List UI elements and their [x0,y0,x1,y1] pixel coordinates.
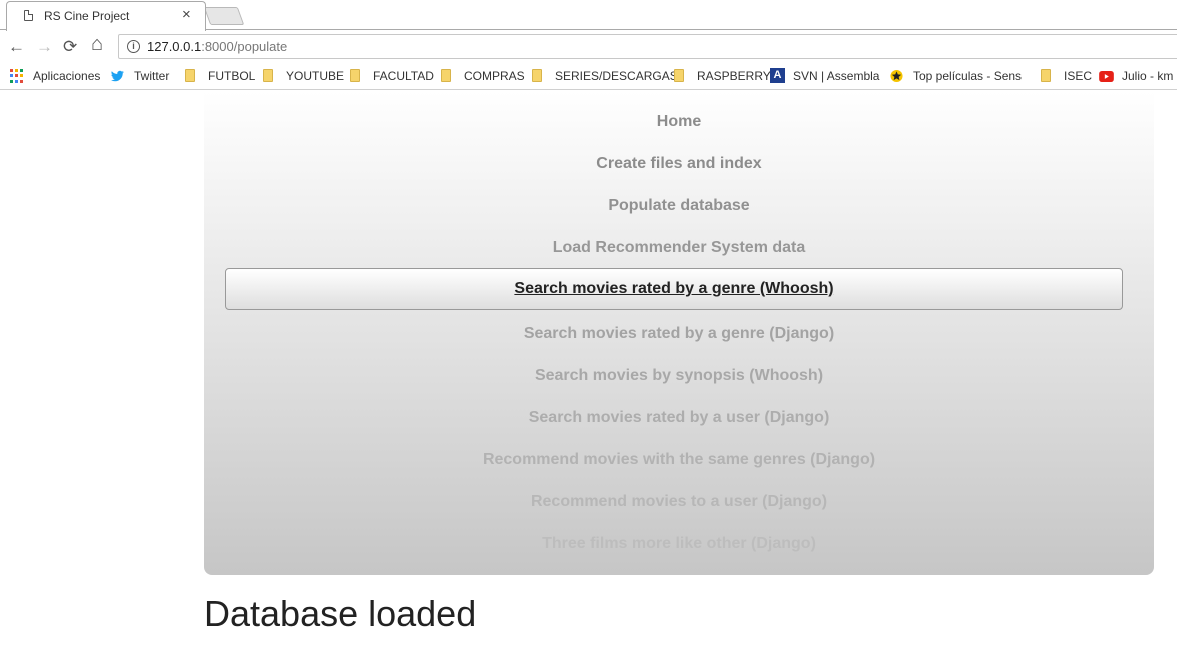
bookmark-label: YOUTUBE [286,69,345,83]
bookmark-label: ISEC [1064,69,1093,83]
bookmark-label: Julio - km [1122,69,1174,83]
bookmark-label: SERIES/DESCARGAS [555,69,678,83]
browser-toolbar: ← → ⟳ ⌂ i 127.0.0.1:8000/populate [0,31,1177,63]
address-bar[interactable]: i 127.0.0.1:8000/populate [118,34,1177,59]
bookmark-label: Twitter [134,69,170,83]
folder-icon [1041,69,1051,82]
close-tab-icon[interactable]: × [182,7,191,22]
bookmark-label: COMPRAS [464,69,525,83]
apps-grid-icon [10,69,23,83]
youtube-icon [1099,71,1114,82]
back-icon[interactable]: ← [8,38,25,55]
folder-icon [532,69,542,82]
nav-recommend-to-user[interactable]: Recommend movies to a user (Django) [204,493,1154,511]
nav-search-genre-whoosh[interactable]: Search movies rated by a genre (Whoosh) [225,268,1123,310]
home-icon[interactable]: ⌂ [91,34,103,54]
bookmarks-bar: Aplicaciones Twitter FUTBOL YOUTUBE FACU… [0,63,1177,90]
reload-icon[interactable]: ⟳ [63,38,77,55]
info-icon[interactable]: i [127,40,140,53]
page-title: Database loaded [204,593,477,634]
main-navigation-menu: Home Create files and index Populate dat… [204,91,1154,575]
sensacine-icon [890,69,903,83]
assembla-icon: A [770,68,785,83]
url-path: :8000/populate [201,39,288,54]
forward-icon[interactable]: → [36,38,53,55]
folder-icon [263,69,273,82]
tab-title: RS Cine Project [44,9,130,23]
folder-icon [441,69,451,82]
bookmark-label: SVN | Assembla [793,69,880,83]
folder-icon [185,69,195,82]
nav-recommend-same-genres[interactable]: Recommend movies with the same genres (D… [204,451,1154,469]
url-text[interactable]: 127.0.0.1:8000/populate [147,39,287,54]
nav-search-user-django[interactable]: Search movies rated by a user (Django) [204,409,1154,427]
bookmark-label: RASPBERRY [697,69,771,83]
nav-load-recommender-data[interactable]: Load Recommender System data [204,239,1154,257]
folder-icon [350,69,360,82]
tab-strip: RS Cine Project × [0,0,1177,31]
url-host: 127.0.0.1 [147,39,202,54]
nav-home[interactable]: Home [204,113,1154,131]
nav-search-synopsis-whoosh[interactable]: Search movies by synopsis (Whoosh) [204,367,1154,385]
browser-tab[interactable]: RS Cine Project × [6,1,206,31]
folder-icon [674,69,684,82]
twitter-bird-icon [111,70,124,82]
bookmark-label: FACULTAD [373,69,434,83]
bookmark-label: FUTBOL [208,69,256,83]
new-tab-button[interactable] [203,7,245,25]
nav-populate-database[interactable]: Populate database [204,197,1154,215]
nav-create-files-and-index[interactable]: Create files and index [204,155,1154,173]
nav-search-genre-django[interactable]: Search movies rated by a genre (Django) [204,325,1154,343]
nav-three-films-like-other[interactable]: Three films more like other (Django) [204,535,1154,553]
bookmark-label: Top películas - Sensac [913,69,1022,83]
page-icon [24,10,33,21]
bookmark-label: Aplicaciones [33,69,101,83]
